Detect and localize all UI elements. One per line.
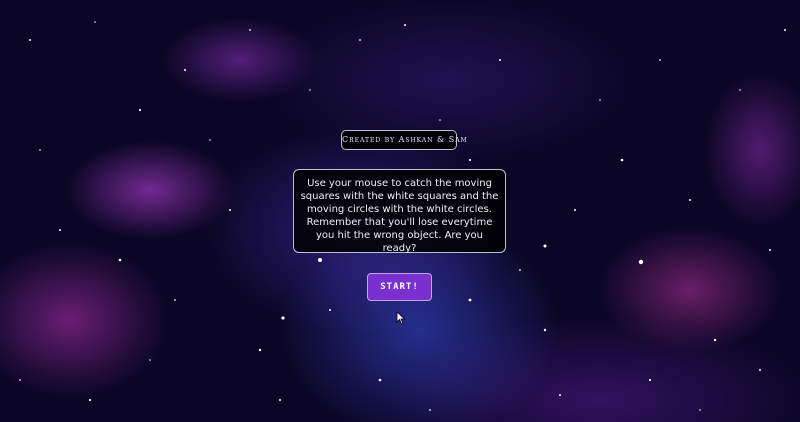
start-button[interactable]: START! [367,273,432,301]
credits-label: Created by Ashkan & Sam [341,130,467,150]
instructions-panel: Use your mouse to catch the moving squar… [293,169,506,254]
mouse-pointer-icon [396,311,406,325]
